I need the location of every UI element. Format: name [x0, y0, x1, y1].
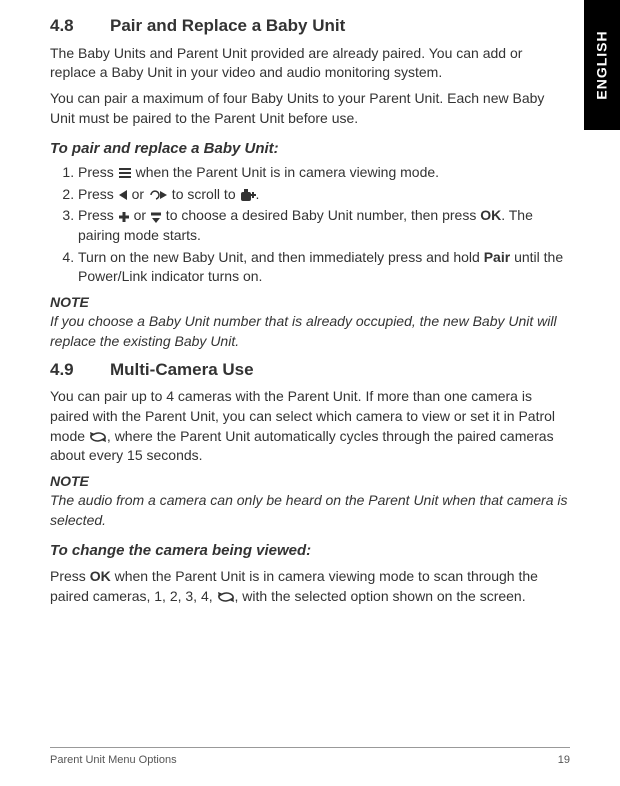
step-1: Press when the Parent Unit is in camera …: [78, 163, 570, 183]
minus-down-icon: [150, 211, 162, 223]
note-body: The audio from a camera can only be hear…: [50, 491, 570, 530]
paragraph: You can pair a maximum of four Baby Unit…: [50, 89, 570, 128]
scan-right-icon: [148, 188, 168, 202]
ok-label: OK: [90, 568, 111, 584]
pair-label: Pair: [484, 249, 510, 265]
language-tab: ENGLISH: [584, 0, 620, 130]
menu-icon: [118, 167, 132, 179]
footer-section: Parent Unit Menu Options: [50, 754, 177, 766]
subheading: To pair and replace a Baby Unit:: [50, 138, 570, 159]
patrol-icon: [217, 591, 235, 603]
page-number: 19: [558, 754, 570, 766]
steps-list: Press when the Parent Unit is in camera …: [50, 163, 570, 287]
step-3: Press or to choose a desired Baby Unit n…: [78, 206, 570, 245]
section-title: Pair and Replace a Baby Unit: [110, 14, 345, 38]
section-heading-4-9: 4.9 Multi-Camera Use: [50, 358, 570, 382]
step-4: Turn on the new Baby Unit, and then imme…: [78, 248, 570, 287]
page-footer: Parent Unit Menu Options 19: [50, 747, 570, 766]
note-label: NOTE: [50, 293, 570, 313]
page-content: 4.8 Pair and Replace a Baby Unit The Bab…: [0, 0, 620, 607]
patrol-icon: [89, 431, 107, 443]
add-device-icon: [240, 188, 256, 202]
note-body: If you choose a Baby Unit number that is…: [50, 312, 570, 351]
paragraph: The Baby Units and Parent Unit provided …: [50, 44, 570, 83]
step-2: Press or to scroll to .: [78, 185, 570, 205]
paragraph: Press OK when the Parent Unit is in came…: [50, 567, 570, 606]
ok-label: OK: [480, 207, 501, 223]
section-title: Multi-Camera Use: [110, 358, 254, 382]
plus-icon: [118, 211, 130, 223]
left-arrow-icon: [118, 189, 128, 201]
paragraph: You can pair up to 4 cameras with the Pa…: [50, 387, 570, 465]
language-label: ENGLISH: [594, 30, 610, 99]
note-label: NOTE: [50, 472, 570, 492]
section-number: 4.9: [50, 358, 110, 382]
section-number: 4.8: [50, 14, 110, 38]
subheading: To change the camera being viewed:: [50, 540, 570, 561]
section-heading-4-8: 4.8 Pair and Replace a Baby Unit: [50, 14, 570, 38]
